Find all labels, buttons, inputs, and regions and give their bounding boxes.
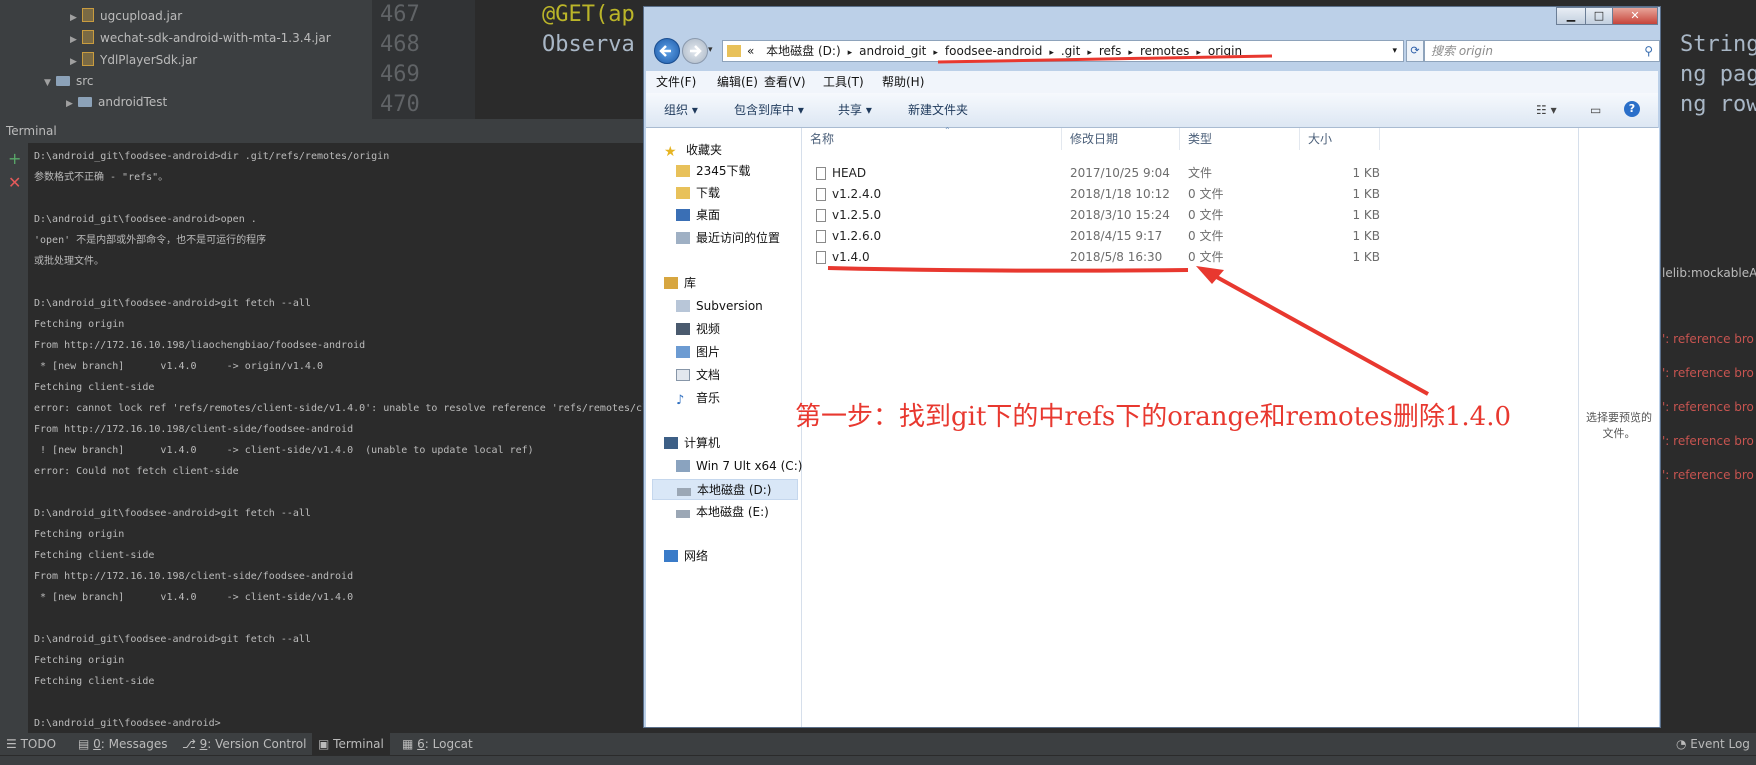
annotation-text: 第一步：找到git下的中refs下的orange和remotes删除1.4.0	[795, 402, 1512, 432]
underline-mark	[827, 266, 1189, 273]
underline-mark	[937, 54, 1273, 64]
annotation-overlay	[827, 54, 1429, 396]
arrow-line	[1203, 268, 1429, 396]
arrow-head-icon	[1196, 266, 1224, 284]
